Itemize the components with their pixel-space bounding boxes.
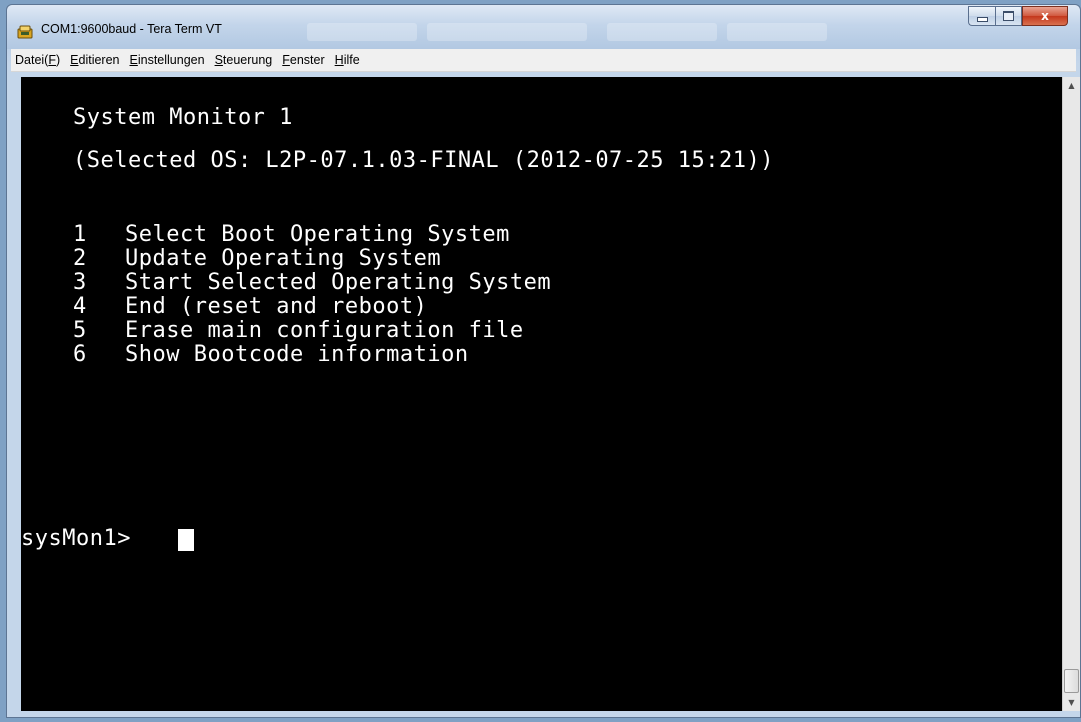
terminal-screen[interactable]: System Monitor 1 (Selected OS: L2P-07.1.…: [21, 77, 1067, 711]
minimize-button[interactable]: [968, 6, 995, 26]
menu-option: 6 Show Bootcode information: [73, 343, 551, 367]
text-cursor[interactable]: [178, 529, 194, 551]
option-number: 3: [73, 270, 87, 295]
close-icon: x: [1041, 9, 1049, 23]
option-number: 6: [73, 342, 87, 367]
option-number: 1: [73, 222, 87, 247]
background-ghost: [307, 23, 417, 41]
menu-option: 2 Update Operating System: [73, 247, 551, 271]
maximize-icon: [1003, 11, 1014, 21]
menu-fenster[interactable]: Fenster: [277, 53, 329, 67]
minimize-icon: [976, 17, 988, 22]
background-ghost: [727, 23, 827, 41]
option-label: Erase main configuration file: [125, 318, 524, 343]
boot-menu-options: 1 Select Boot Operating System 2 Update Op…: [73, 223, 551, 367]
option-label: Start Selected Operating System: [125, 270, 552, 295]
background-ghost: [607, 23, 717, 41]
selected-os-line: (Selected OS: L2P-07.1.03-FINAL (2012-07…: [73, 148, 775, 173]
option-label: End (reset and reboot): [125, 294, 428, 319]
command-prompt: sysMon1>: [21, 526, 131, 551]
option-label: Show Bootcode information: [125, 342, 469, 367]
window-title: COM1:9600baud - Tera Term VT: [41, 22, 222, 36]
background-ghost: [427, 23, 587, 41]
vertical-scrollbar[interactable]: ▲ ▼: [1062, 77, 1080, 711]
menu-option: 3 Start Selected Operating System: [73, 271, 551, 295]
option-number: 5: [73, 318, 87, 343]
menu-option: 1 Select Boot Operating System: [73, 223, 551, 247]
close-button[interactable]: x: [1022, 6, 1068, 26]
menu-hilfe[interactable]: Hilfe: [330, 53, 365, 67]
menu-editieren[interactable]: Editieren: [65, 53, 124, 67]
menu-datei[interactable]: Datei(F): [11, 53, 65, 67]
arrow-down-icon[interactable]: ▼: [1063, 694, 1080, 711]
menu-einstellungen[interactable]: Einstellungen: [125, 53, 210, 67]
monitor-title: System Monitor 1: [73, 105, 293, 130]
tera-term-icon[interactable]: [17, 24, 33, 39]
menu-bar: Datei(F) Editieren Einstellungen Steueru…: [11, 49, 1076, 72]
option-label: Select Boot Operating System: [125, 222, 510, 247]
menu-steuerung[interactable]: Steuerung: [210, 53, 278, 67]
window-controls: x: [968, 6, 1068, 26]
scrollbar-thumb[interactable]: [1064, 669, 1079, 693]
option-number: 4: [73, 294, 87, 319]
menu-option: 5 Erase main configuration file: [73, 319, 551, 343]
option-number: 2: [73, 246, 87, 271]
arrow-up-icon[interactable]: ▲: [1063, 77, 1080, 94]
option-label: Update Operating System: [125, 246, 442, 271]
menu-option: 4 End (reset and reboot): [73, 295, 551, 319]
title-bar[interactable]: COM1:9600baud - Tera Term VT x: [7, 5, 1080, 49]
tera-term-window: COM1:9600baud - Tera Term VT x Datei(F) …: [6, 4, 1081, 718]
maximize-button[interactable]: [995, 6, 1022, 26]
